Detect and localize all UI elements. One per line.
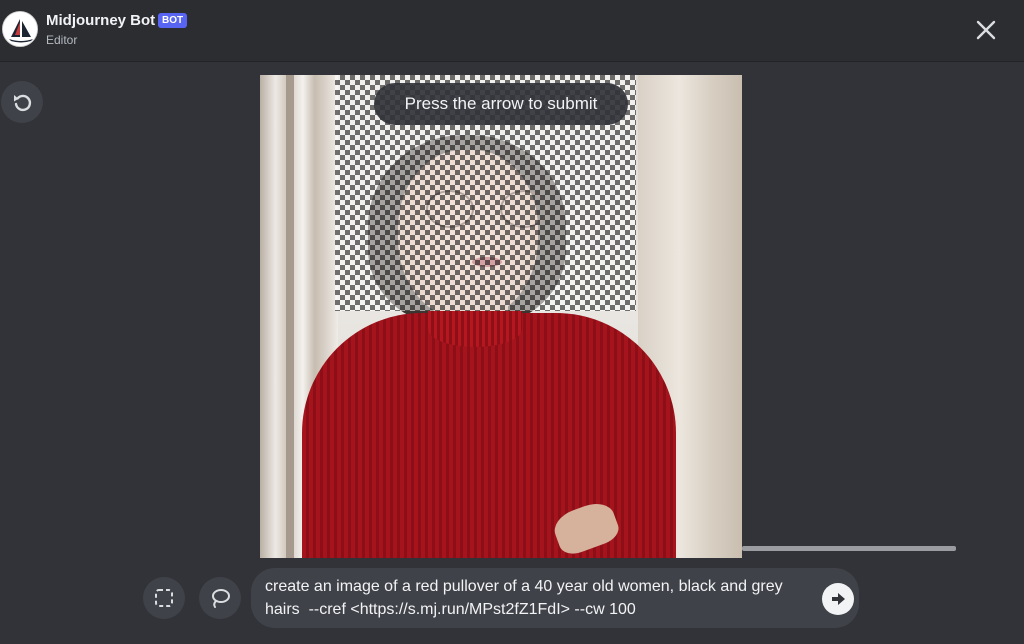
bot-name: Midjourney Bot bbox=[46, 12, 156, 29]
sweater-collar bbox=[428, 311, 522, 347]
selection-rect-icon bbox=[155, 589, 173, 607]
submit-button[interactable] bbox=[822, 583, 854, 615]
lasso-tool-button[interactable] bbox=[199, 577, 241, 619]
close-button[interactable] bbox=[972, 16, 1000, 44]
close-icon bbox=[976, 20, 996, 40]
prompt-input-box[interactable]: create an image of a red pullover of a 4… bbox=[251, 568, 859, 628]
vary-region-select-button[interactable] bbox=[143, 577, 185, 619]
bot-badge: BOT bbox=[158, 13, 188, 28]
horizontal-scrollbar[interactable] bbox=[742, 546, 956, 551]
lasso-icon bbox=[212, 589, 230, 608]
editor-subtitle: Editor bbox=[46, 33, 78, 47]
midjourney-boat-icon bbox=[3, 12, 37, 46]
arrow-right-circle-icon bbox=[832, 593, 845, 605]
prompt-input[interactable]: create an image of a red pullover of a 4… bbox=[265, 575, 810, 621]
bot-avatar[interactable] bbox=[2, 11, 38, 47]
window-bar bbox=[286, 75, 294, 558]
undo-icon bbox=[14, 94, 32, 112]
submit-hint-tooltip: Press the arrow to submit bbox=[374, 83, 628, 125]
editor-header: Midjourney Bot BOT Editor bbox=[0, 0, 1024, 62]
edit-canvas-image[interactable] bbox=[260, 75, 742, 558]
red-sweater bbox=[302, 313, 676, 558]
undo-button[interactable] bbox=[1, 81, 43, 123]
